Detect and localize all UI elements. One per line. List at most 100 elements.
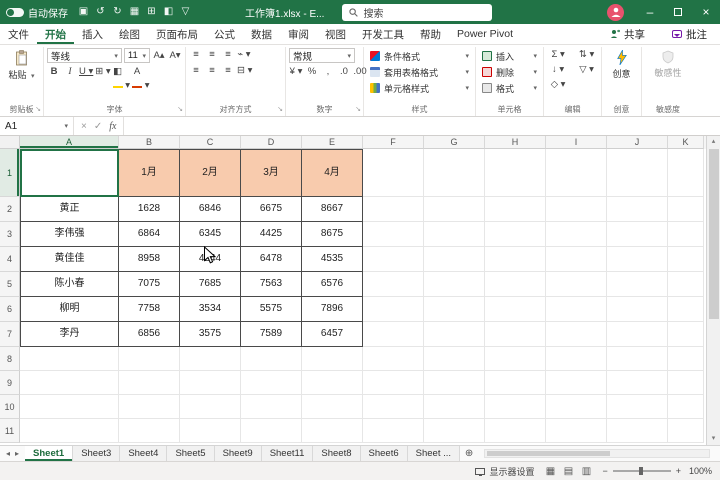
tab-页面布局[interactable]: 页面布局 xyxy=(148,24,206,44)
borders-button[interactable]: ⊞ ▾ xyxy=(95,65,110,79)
cell-F9[interactable] xyxy=(363,371,424,395)
cell-D11[interactable] xyxy=(241,419,302,443)
cell-K4[interactable] xyxy=(668,247,704,272)
increase-font-size-button[interactable]: A▴ xyxy=(152,49,166,63)
cell-A2[interactable]: 黄正 xyxy=(20,197,119,222)
cell-B11[interactable] xyxy=(119,419,180,443)
cell-I5[interactable] xyxy=(546,272,607,297)
cell-F2[interactable] xyxy=(363,197,424,222)
cell-K11[interactable] xyxy=(668,419,704,443)
tab-文件[interactable]: 文件 xyxy=(0,24,37,44)
cell-E11[interactable] xyxy=(302,419,363,443)
alignment-dialog-launcher[interactable]: ↘ xyxy=(277,106,283,113)
share-button[interactable]: 共享 xyxy=(603,26,652,43)
cell-G2[interactable] xyxy=(424,197,485,222)
cell-G8[interactable] xyxy=(424,347,485,371)
autosave-toggle[interactable]: 自动保存 xyxy=(6,5,68,20)
name-box[interactable]: A1 ▾ xyxy=(0,117,74,135)
column-header-A[interactable]: A xyxy=(20,136,119,149)
new-sheet-button[interactable]: ⊕ xyxy=(460,446,478,461)
scroll-up-icon[interactable]: ▴ xyxy=(712,136,716,148)
tab-公式[interactable]: 公式 xyxy=(206,24,243,44)
cell-K8[interactable] xyxy=(668,347,704,371)
accounting-format-button[interactable]: ¥ ▾ xyxy=(289,65,303,79)
italic-button[interactable]: I xyxy=(63,65,77,79)
cell-B3[interactable]: 6864 xyxy=(119,222,180,247)
row-header-8[interactable]: 8 xyxy=(0,347,20,371)
paste-button[interactable]: 粘贴 ▾ xyxy=(3,48,40,81)
sheet-tab-Sheet8[interactable]: Sheet8 xyxy=(313,446,361,461)
cell-G11[interactable] xyxy=(424,419,485,443)
cell-D6[interactable]: 5575 xyxy=(241,297,302,322)
align-right-button[interactable]: ≡ xyxy=(221,64,235,78)
align-left-button[interactable]: ≡ xyxy=(189,64,203,78)
merge-center-button[interactable]: ⊟ ▾ xyxy=(237,64,252,78)
table-icon[interactable]: ▦ xyxy=(127,4,142,20)
cell-F3[interactable] xyxy=(363,222,424,247)
maximize-button[interactable] xyxy=(664,0,692,24)
zoom-out-button[interactable]: − xyxy=(602,466,607,476)
sheet-tab-Sheet9[interactable]: Sheet9 xyxy=(214,446,262,461)
fill-color-button[interactable]: ◧ ▾ xyxy=(112,65,130,91)
insert-cells-button[interactable]: 插入 ▾ xyxy=(479,48,540,64)
align-center-button[interactable]: ≡ xyxy=(205,64,219,78)
cell-J7[interactable] xyxy=(607,322,668,347)
tab-审阅[interactable]: 审阅 xyxy=(280,24,317,44)
cell-D3[interactable]: 4425 xyxy=(241,222,302,247)
cell-B1[interactable]: 1月 xyxy=(119,149,180,197)
cell-A3[interactable]: 李伟强 xyxy=(20,222,119,247)
zoom-in-button[interactable]: + xyxy=(676,466,681,476)
decrease-font-size-button[interactable]: A▾ xyxy=(168,49,182,63)
row-header-2[interactable]: 2 xyxy=(0,197,20,222)
delete-cells-button[interactable]: 删除 ▾ xyxy=(479,64,540,80)
cell-G10[interactable] xyxy=(424,395,485,419)
avatar[interactable] xyxy=(607,3,624,21)
clear-button[interactable]: ◇ ▾ xyxy=(547,78,569,92)
cell-E10[interactable] xyxy=(302,395,363,419)
cell-K3[interactable] xyxy=(668,222,704,247)
row-header-9[interactable]: 9 xyxy=(0,371,20,395)
cell-E4[interactable]: 4535 xyxy=(302,247,363,272)
save-icon[interactable]: ▣ xyxy=(76,4,91,20)
sheet-tab-Sheet...[interactable]: Sheet ... xyxy=(407,446,461,461)
cell-K5[interactable] xyxy=(668,272,704,297)
cell-J9[interactable] xyxy=(607,371,668,395)
underline-button[interactable]: U ▾ xyxy=(79,65,93,79)
cell-C4[interactable]: 4244 xyxy=(180,247,241,272)
search-input[interactable]: 搜索 xyxy=(342,3,493,21)
row-header-1[interactable]: 1 xyxy=(0,149,20,197)
cell-F10[interactable] xyxy=(363,395,424,419)
orientation-button[interactable]: ⌁ ▾ xyxy=(237,48,251,62)
page-layout-view-button[interactable]: ▤ xyxy=(561,466,575,477)
tab-帮助[interactable]: 帮助 xyxy=(412,24,449,44)
zoom-slider[interactable] xyxy=(612,467,671,475)
tab-开始[interactable]: 开始 xyxy=(37,24,74,44)
number-format-select[interactable]: 常规 ▾ xyxy=(289,48,355,63)
increase-decimal-button[interactable]: .0 xyxy=(337,65,351,79)
conditional-formatting-button[interactable]: 条件格式 ▾ xyxy=(367,48,472,64)
normal-view-button[interactable]: ▦ xyxy=(543,466,557,477)
sort-filter-button[interactable]: ⇅ ▾ xyxy=(575,48,598,62)
cell-H3[interactable] xyxy=(485,222,546,247)
bold-button[interactable]: B xyxy=(47,65,61,79)
column-header-F[interactable]: F xyxy=(363,136,424,149)
cell-J10[interactable] xyxy=(607,395,668,419)
cell-E2[interactable]: 8667 xyxy=(302,197,363,222)
close-button[interactable]: × xyxy=(692,0,720,24)
cell-F6[interactable] xyxy=(363,297,424,322)
cell-I8[interactable] xyxy=(546,347,607,371)
cell-B10[interactable] xyxy=(119,395,180,419)
column-header-H[interactable]: H xyxy=(485,136,546,149)
row-header-7[interactable]: 7 xyxy=(0,322,20,347)
cell-C8[interactable] xyxy=(180,347,241,371)
column-header-K[interactable]: K xyxy=(668,136,704,149)
filter-icon[interactable]: ▽ xyxy=(178,4,193,20)
cell-G1[interactable] xyxy=(424,149,485,197)
sheet-tab-Sheet11[interactable]: Sheet11 xyxy=(261,446,314,461)
align-middle-button[interactable]: ≡ xyxy=(205,48,219,62)
sheet-tab-Sheet4[interactable]: Sheet4 xyxy=(120,446,168,461)
cell-B2[interactable]: 1628 xyxy=(119,197,180,222)
cell-C9[interactable] xyxy=(180,371,241,395)
cell-A5[interactable]: 陈小春 xyxy=(20,272,119,297)
cell-E6[interactable]: 7896 xyxy=(302,297,363,322)
